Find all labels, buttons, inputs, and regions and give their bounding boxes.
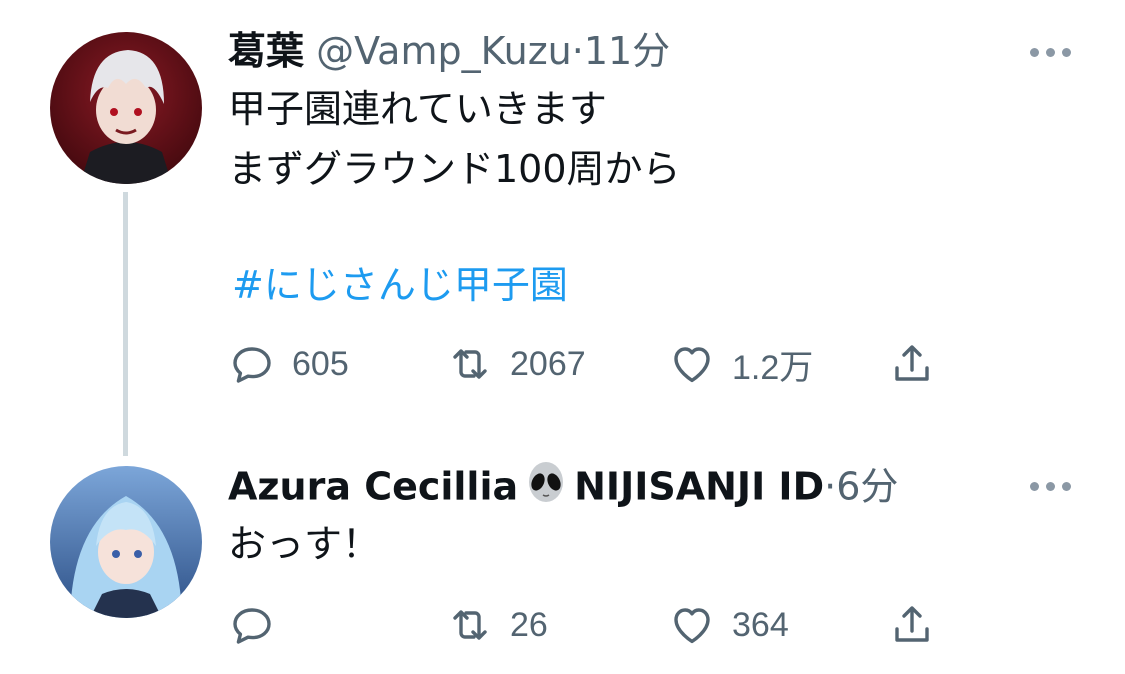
like-count: 1.2万 [732, 348, 814, 387]
like-button[interactable]: 364 [668, 601, 789, 649]
display-name[interactable]: 葛葉 [228, 29, 304, 73]
reply-button[interactable]: 605 [228, 340, 349, 388]
tweet-text-line-1: 甲子園連れていきます [228, 87, 607, 131]
handle[interactable]: @Vamp_Kuzu [316, 29, 572, 73]
hashtag-link[interactable]: #にじさんじ甲子園 [232, 262, 568, 308]
share-button[interactable] [888, 601, 936, 649]
separator-dot: · [824, 464, 837, 509]
tweet-header: Azura Cecillia NIJISANJI ID·6分 [228, 462, 898, 516]
tweet-text-line-2: まずグラウンド100周から [228, 147, 681, 191]
like-icon [674, 608, 710, 644]
retweet-count: 26 [510, 605, 548, 644]
avatar-kuzuha[interactable] [50, 32, 202, 184]
retweet-button[interactable]: 26 [446, 601, 548, 649]
retweet-icon [453, 610, 487, 640]
alien-emoji [524, 462, 568, 516]
tweet-actions: 26 364 [228, 601, 948, 649]
more-icon[interactable] [1030, 42, 1074, 62]
retweet-button[interactable]: 2067 [446, 340, 586, 388]
retweet-count: 2067 [510, 344, 586, 383]
display-name-part-1[interactable]: Azura Cecillia [228, 465, 518, 509]
tweet-header: 葛葉 @Vamp_Kuzu·11分 [228, 28, 670, 74]
reply-icon [233, 608, 271, 644]
avatar-azura[interactable] [50, 466, 202, 618]
reply-icon [233, 347, 271, 383]
tweet-text: おっす！ [228, 522, 381, 566]
retweet-icon [453, 349, 487, 379]
like-icon [674, 347, 710, 383]
share-button[interactable] [888, 340, 936, 388]
timestamp[interactable]: 6分 [836, 465, 898, 509]
reply-count: 605 [292, 344, 349, 383]
like-count: 364 [732, 605, 789, 644]
thread-line [123, 192, 128, 456]
tweet-actions: 605 2067 1.2万 [228, 340, 948, 388]
share-icon [895, 606, 929, 642]
more-icon[interactable] [1030, 476, 1074, 496]
like-button[interactable]: 1.2万 [668, 340, 813, 388]
display-name-part-2[interactable]: NIJISANJI ID [574, 465, 824, 509]
reply-button[interactable] [228, 601, 292, 649]
timestamp[interactable]: 11分 [584, 29, 670, 73]
separator-dot: · [571, 29, 584, 73]
share-icon [895, 345, 929, 381]
